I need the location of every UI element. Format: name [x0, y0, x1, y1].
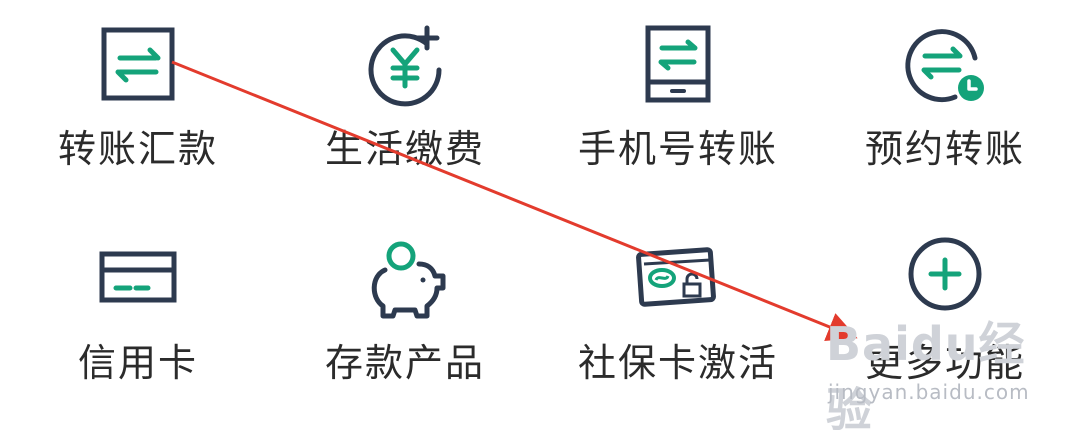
tile-deposit-products[interactable]: 存款产品 [305, 236, 505, 386]
watermark: Baidu经验 jingyan.baidu.com [826, 308, 1066, 437]
yuan-plus-icon [368, 25, 442, 107]
piggy-bank-icon [371, 241, 446, 319]
watermark-domain: jingyan.baidu.com [828, 380, 1030, 404]
tile-label: 预约转账 [864, 127, 1025, 171]
scheduled-transfer-icon [905, 29, 984, 103]
tile-transfer[interactable]: 转账汇款 [38, 22, 238, 172]
tile-credit-card[interactable]: 信用卡 [38, 236, 238, 386]
tile-label: 信用卡 [77, 341, 198, 385]
tile-label: 社保卡激活 [578, 341, 779, 385]
transfer-icon [101, 27, 175, 101]
tile-label: 转账汇款 [57, 127, 218, 171]
social-security-card-icon [636, 247, 716, 307]
tile-phone-transfer[interactable]: 手机号转账 [578, 22, 778, 172]
tile-label: 手机号转账 [578, 127, 779, 171]
tile-label: 存款产品 [324, 341, 485, 385]
phone-transfer-icon [645, 25, 711, 103]
watermark-brand: Baidu经验 [826, 317, 1026, 437]
tile-bill-payment[interactable]: 生活缴费 [305, 22, 505, 172]
tile-label: 生活缴费 [324, 127, 485, 171]
tile-social-security-activation[interactable]: 社保卡激活 [578, 236, 778, 386]
credit-card-icon [99, 251, 177, 303]
tile-scheduled-transfer[interactable]: 预约转账 [845, 22, 1045, 172]
